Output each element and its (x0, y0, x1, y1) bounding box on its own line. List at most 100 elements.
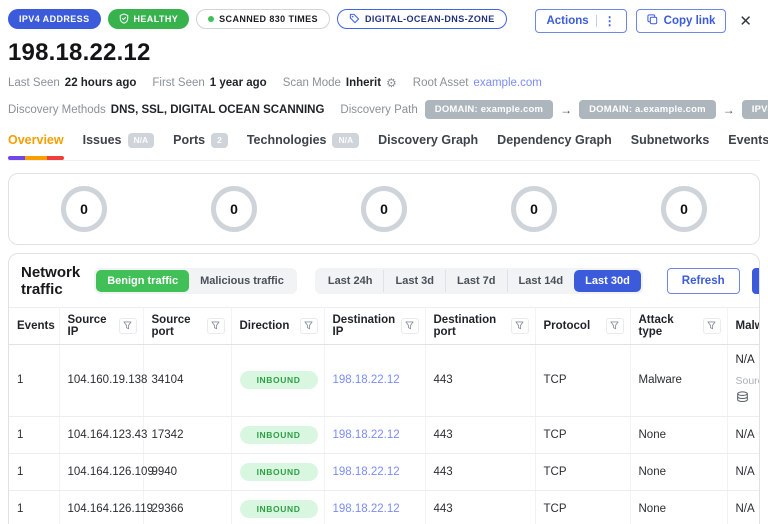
traffic-table-body: 1 104.160.19.138 34104 INBOUND 198.18.22… (9, 344, 759, 524)
shield-check-icon (119, 12, 129, 26)
col-label: Attack type (638, 313, 674, 338)
kebab-menu-icon[interactable]: ⋮ (595, 15, 616, 27)
filter-funnel-icon[interactable] (299, 317, 318, 334)
tab-technologies-label: Technologies (246, 133, 327, 148)
cell-destination-ip: 198.18.22.12 (324, 416, 426, 454)
actions-button[interactable]: Actions ⋮ (535, 9, 627, 33)
destination-ip-link[interactable]: 198.18.22.12 (333, 374, 400, 386)
close-icon[interactable]: ✕ (735, 10, 756, 32)
root-asset: Root Asset example.com (413, 77, 542, 89)
cell-destination-port: 443 (425, 490, 536, 524)
col-label: Protocol (543, 319, 591, 332)
cell-direction: INBOUND (231, 453, 325, 491)
col-label: Destination IP (332, 313, 396, 338)
stat-donut: 0 (361, 185, 407, 232)
cell-protocol: TCP (535, 416, 631, 454)
tab-overview-label: Overview (8, 133, 64, 148)
discovery-methods-value: DNS, SSL, DIGITAL OCEAN SCANNING (110, 103, 325, 116)
stat-donut: 0 (61, 185, 107, 232)
cell-malware: N/A (727, 490, 759, 524)
scanned-badge-label: SCANNED 830 TIMES (219, 14, 318, 24)
refresh-button[interactable]: Refresh (666, 267, 740, 294)
cell-destination-port: 443 (425, 453, 536, 491)
cell-attack-type: None (630, 490, 728, 524)
col-header-destination-port: Destination port (425, 307, 536, 345)
scan-status-dot-icon (208, 16, 215, 22)
root-asset-link[interactable]: example.com (473, 77, 541, 89)
col-header-source-ip: Source IP (59, 307, 144, 345)
filter-malicious-traffic[interactable]: Malicious traffic (189, 270, 295, 292)
dns-zone-badge-label: DIGITAL-OCEAN-DNS-ZONE (364, 14, 495, 24)
time-filter-last-3d[interactable]: Last 3d (383, 269, 445, 292)
cell-source-port: 9940 (143, 453, 232, 491)
tab-dependency-graph[interactable]: Dependency Graph (497, 133, 612, 159)
tab-events[interactable]: Events (728, 133, 768, 159)
scan-mode-label: Scan Mode (282, 77, 341, 89)
filter-benign-traffic[interactable]: Benign traffic (96, 269, 190, 292)
discovery-methods: Discovery Methods DNS, SSL, DIGITAL OCEA… (8, 104, 324, 116)
tab-bar: Overview Issues N/A Ports 2 Technologies… (8, 133, 768, 161)
discovery-methods-label: Discovery Methods (8, 103, 106, 116)
path-node-domain-example[interactable]: DOMAIN: example.com (424, 100, 554, 119)
tab-ports-badge: 2 (211, 133, 228, 148)
scan-mode: Scan Mode Inherit ⚙ (283, 76, 397, 90)
dns-zone-badge: DIGITAL-OCEAN-DNS-ZONE (336, 9, 507, 29)
table-row: 1 104.164.126.109 9940 INBOUND 198.18.22… (9, 453, 759, 491)
top-bar: IPV4 ADDRESS HEALTHY SCANNED 830 TIMES D… (8, 0, 760, 33)
tab-overview[interactable]: Overview (8, 133, 64, 161)
col-header-attack-type: Attack type (630, 307, 728, 345)
tab-discovery-graph-label: Discovery Graph (378, 133, 479, 148)
scanned-badge: SCANNED 830 TIMES (196, 9, 330, 29)
filter-funnel-icon[interactable] (510, 317, 529, 334)
tab-subnetworks[interactable]: Subnetworks (631, 133, 710, 159)
tab-issues[interactable]: Issues N/A (83, 133, 155, 160)
last-seen-value: 22 hours ago (64, 77, 137, 89)
col-header-source-port: Source port (143, 307, 232, 345)
tab-issues-badge: N/A (127, 133, 155, 148)
tag-icon (349, 13, 360, 26)
path-node-ipv4[interactable]: IPV4: 198.18.22.12 (741, 100, 768, 119)
filter-funnel-icon[interactable] (605, 317, 624, 334)
asset-detail-panel: IPV4 ADDRESS HEALTHY SCANNED 830 TIMES D… (0, 0, 768, 524)
ipv4-address-badge: IPV4 ADDRESS (8, 9, 101, 29)
cell-events: 1 (9, 416, 60, 454)
time-filter-last-14d[interactable]: Last 14d (506, 269, 575, 292)
last-seen: Last Seen 22 hours ago (8, 77, 136, 89)
gear-icon[interactable]: ⚙ (386, 76, 397, 90)
tab-ports[interactable]: Ports 2 (173, 133, 228, 160)
cell-source-ip: 104.164.126.119 (59, 490, 153, 524)
time-filter-last-24h[interactable]: Last 24h (317, 270, 384, 292)
time-filter-last-7d[interactable]: Last 7d (445, 269, 507, 292)
col-header-events: Events (9, 307, 60, 345)
path-node-domain-a-example[interactable]: DOMAIN: a.example.com (579, 100, 716, 119)
filter-funnel-icon[interactable] (206, 317, 225, 334)
database-icon (736, 391, 749, 406)
cell-destination-port: 443 (425, 344, 536, 417)
destination-ip-link[interactable]: 198.18.22.12 (333, 466, 400, 478)
filter-funnel-icon[interactable] (702, 317, 721, 334)
destination-ip-link[interactable]: 198.18.22.12 (333, 429, 400, 441)
export-csv-button[interactable]: Export CSV (751, 267, 759, 294)
last-seen-label: Last Seen (8, 77, 60, 89)
cell-source-port: 29366 (143, 490, 232, 524)
time-filter-last-30d[interactable]: Last 30d (574, 269, 641, 292)
discovery-path-label: Discovery Path (340, 103, 418, 116)
tab-technologies[interactable]: Technologies N/A (246, 133, 360, 160)
filter-funnel-icon[interactable] (400, 317, 419, 334)
time-range-filter: Last 24h Last 3d Last 7d Last 14d Last 3… (314, 267, 643, 294)
discovery-path: Discovery Path DOMAIN: example.com → DOM… (340, 100, 768, 119)
table-row: 1 104.164.123.43 17342 INBOUND 198.18.22… (9, 416, 759, 454)
network-traffic-title: Network traffic (21, 263, 81, 298)
cell-attack-type: Malware (630, 344, 728, 417)
scan-mode-value: Inherit (345, 77, 382, 89)
cell-source-ip: 104.164.126.109 (59, 453, 154, 491)
destination-ip-link[interactable]: 198.18.22.12 (333, 503, 400, 515)
tab-discovery-graph[interactable]: Discovery Graph (378, 133, 478, 159)
cell-source-ip: 104.160.19.138 (59, 344, 147, 417)
filter-funnel-icon[interactable] (118, 317, 137, 334)
cell-destination-ip: 198.18.22.12 (324, 490, 426, 524)
copy-link-button[interactable]: Copy link (635, 9, 727, 33)
cell-direction: INBOUND (231, 490, 325, 524)
copy-icon (647, 14, 658, 28)
stat-donut: 0 (211, 185, 257, 232)
